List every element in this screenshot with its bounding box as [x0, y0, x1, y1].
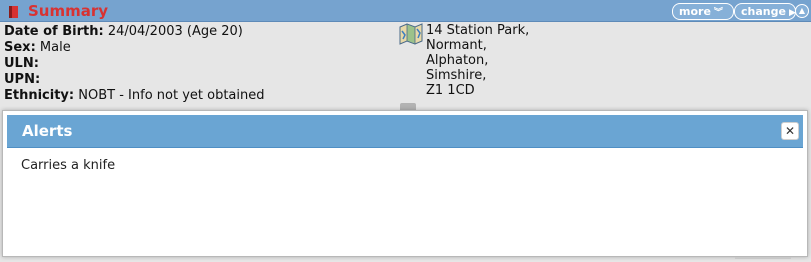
dob-field: Date of Birth: 24/04/2003 (Age 20): [4, 24, 243, 40]
upn-label: UPN:: [4, 72, 41, 87]
alerts-dialog: Alerts ✕ Carries a knife: [2, 110, 808, 257]
more-button-label: more: [679, 5, 711, 18]
upn-field: UPN:: [4, 72, 40, 88]
alerts-title: Alerts: [22, 122, 73, 140]
more-button[interactable]: more ︾: [672, 3, 734, 20]
summary-marker-icon: [9, 6, 18, 18]
change-button-label: change: [741, 5, 786, 18]
address-line-5: Z1 1CD: [426, 83, 475, 98]
sex-value: Male: [39, 40, 71, 55]
address-line-4: Simshire,: [426, 68, 487, 83]
address-line-3: Alphaton,: [426, 53, 489, 68]
address-line-1: 14 Station Park,: [426, 23, 530, 38]
change-button[interactable]: change ▶: [734, 3, 796, 20]
uln-field: ULN:: [4, 56, 39, 72]
alert-message: Carries a knife: [21, 158, 116, 173]
dialog-divider: [735, 257, 791, 259]
ethnicity-field: Ethnicity: NOBT - Info not yet obtained: [4, 88, 265, 104]
collapse-up-icon[interactable]: ▲: [795, 4, 809, 18]
summary-header: Summary more ︾ change ▶ ▲: [0, 0, 811, 22]
address-line-2: Normant,: [426, 38, 487, 53]
chevron-down-icon: ︾: [713, 8, 723, 18]
sex-field: Sex: Male: [4, 40, 71, 56]
dob-value: 24/04/2003 (Age 20): [107, 24, 243, 39]
uln-label: ULN:: [4, 56, 39, 71]
alerts-titlebar: Alerts ✕: [7, 115, 803, 148]
dob-label: Date of Birth:: [4, 24, 104, 39]
ethnicity-value: NOBT - Info not yet obtained: [78, 88, 265, 103]
summary-title: Summary: [28, 2, 109, 20]
sex-label: Sex:: [4, 40, 36, 55]
ethnicity-label: Ethnicity:: [4, 88, 75, 103]
close-icon[interactable]: ✕: [781, 122, 799, 140]
map-icon[interactable]: [399, 23, 423, 45]
